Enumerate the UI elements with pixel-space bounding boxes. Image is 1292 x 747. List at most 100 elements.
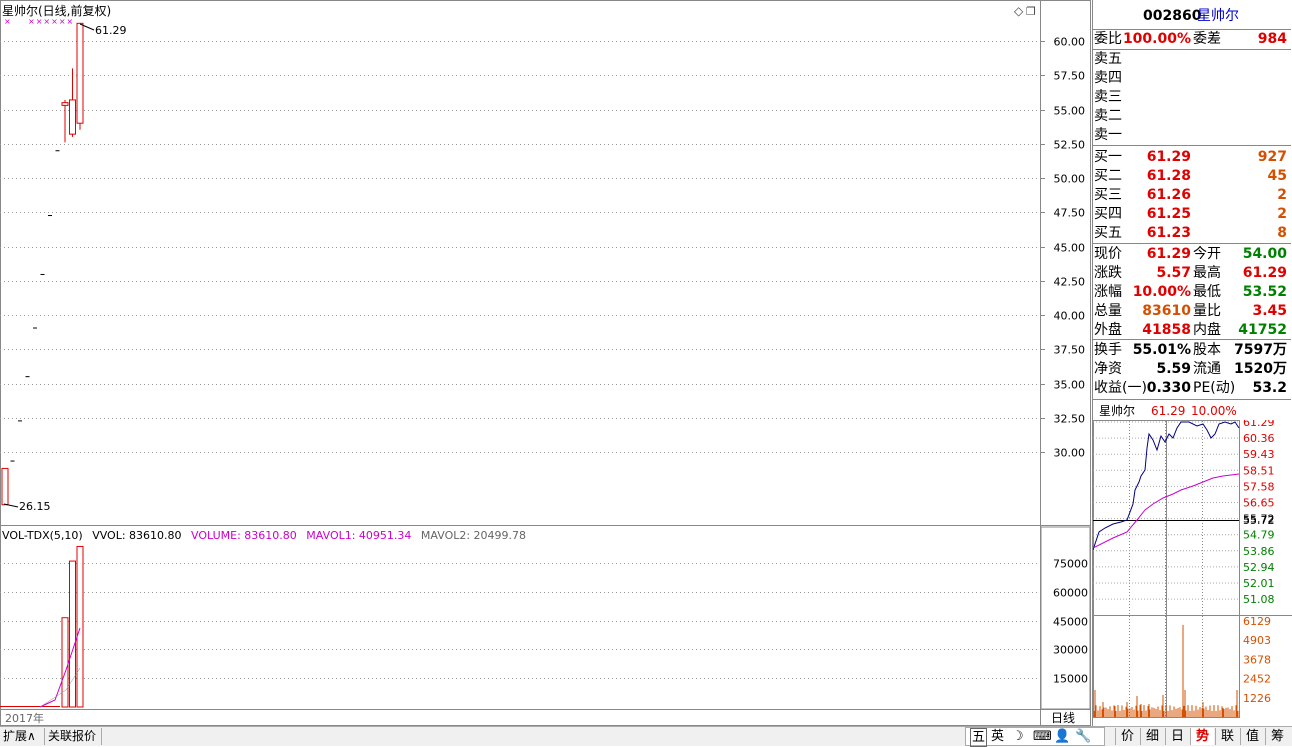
intraday-volume-label: 3678 — [1243, 653, 1271, 666]
marker-x-icon: × — [4, 17, 11, 26]
stat-row: 现价 61.29 今开 54.00 — [1093, 245, 1291, 264]
buy-row: 买一 61.29 927 — [1093, 148, 1291, 167]
ime-english-icon[interactable]: 英 — [991, 728, 1004, 745]
stat-label: 最高 — [1193, 265, 1221, 281]
stat-row: 涨跌 5.57 最高 61.29 — [1093, 264, 1291, 283]
intraday-price-label: 54.79 — [1243, 529, 1275, 542]
right-tab[interactable]: 细 — [1140, 728, 1164, 745]
fund-label: PE(动) — [1193, 380, 1236, 396]
kline-chart[interactable]: 60.00 57.50 55.00 52.50 50.00 47.50 45.00 42.50… — [0, 0, 1092, 746]
volume-bar — [76, 545, 84, 708]
intraday-price-label: 58.51 — [1243, 464, 1275, 477]
mini-chart-title: 星帅尔 61.29 10.00% — [1099, 404, 1237, 418]
tab-related-quotes[interactable]: 关联报价 — [45, 728, 102, 745]
buy-label: 买三 — [1094, 187, 1122, 203]
candle-body — [69, 99, 76, 135]
candle-body — [1, 467, 9, 506]
period-label[interactable]: 日线 — [1051, 711, 1075, 725]
intraday-chart[interactable]: 61.29 60.36 59.43 58.51 57.58 56.65 55.72 54.79… — [1093, 420, 1292, 726]
sell-label: 卖五 — [1094, 51, 1122, 67]
right-tab[interactable]: 价 — [1115, 728, 1139, 745]
chart-title: 星帅尔(日线,前复权) — [2, 3, 111, 18]
candle — [1, 467, 9, 506]
sell-row: 卖三 — [1093, 88, 1291, 107]
stat-label: 现价 — [1094, 246, 1122, 262]
price-axis-label: 42.50 — [1054, 276, 1086, 289]
stock-code: 002860 — [1143, 8, 1202, 24]
price-axis-label: 50.00 — [1054, 173, 1086, 186]
intraday-axis: 61.29 60.36 59.43 58.51 57.58 56.65 55.72 54.79… — [1243, 420, 1275, 705]
ime-wubi-icon[interactable]: 五 — [970, 728, 988, 747]
stat-value: 3.45 — [1252, 303, 1287, 319]
intraday-price-label: 52.01 — [1243, 577, 1275, 590]
intraday-preclose-label: 55.72 — [1243, 514, 1275, 527]
ime-toolbar: 五英 ☽ ⌨ 👤 🔧 — [965, 727, 1105, 747]
fund-label: 流通 — [1193, 361, 1221, 377]
weibi-value: 100.00% — [1122, 31, 1191, 47]
stat-label: 今开 — [1193, 246, 1221, 262]
right-tab[interactable]: 势 — [1190, 728, 1214, 745]
marker-x-row-icon: ×××××× — [28, 17, 74, 26]
weibi-row: 委比 100.00% 委差 984 — [1094, 31, 1287, 47]
volume-bar — [61, 617, 69, 708]
stat-label: 最低 — [1193, 284, 1221, 300]
right-tab[interactable]: 值 — [1240, 728, 1264, 745]
buy-volume: 8 — [1277, 225, 1287, 241]
buy-row: 买三 61.26 2 — [1093, 186, 1291, 205]
fund-value: 7597万 — [1234, 342, 1287, 358]
sell-label: 卖二 — [1094, 108, 1122, 124]
price-axis-label: 52.50 — [1054, 139, 1086, 152]
stat-value: 54.00 — [1242, 246, 1287, 262]
fund-value: 53.2 — [1252, 380, 1287, 396]
fund-value: 1520万 — [1234, 361, 1287, 377]
intraday-volume-label: 2452 — [1243, 673, 1271, 686]
sell-label: 卖四 — [1094, 70, 1122, 86]
buy-volume: 2 — [1277, 206, 1287, 222]
ime-moon-icon[interactable]: ☽ — [1012, 728, 1024, 745]
stat-value: 53.52 — [1242, 284, 1287, 300]
buy-row: 买四 61.25 2 — [1093, 205, 1291, 224]
svg-text:VOL-TDX(5,10) VVOL: 83610.: VOL-TDX(5,10) VVOL: 83610.80 VOLUME: 836… — [2, 529, 526, 542]
volume-bar — [69, 560, 76, 708]
right-tab[interactable]: 联 — [1215, 728, 1239, 745]
year-label: 2017年 — [5, 711, 44, 725]
candle-body — [76, 22, 84, 124]
stat-label: 量比 — [1193, 303, 1221, 319]
stat-label: 涨幅 — [1094, 284, 1122, 300]
diamond-icon[interactable]: ◇ — [1014, 4, 1024, 18]
fund-row: 换手 55.01% 股本 7597万 — [1093, 341, 1291, 360]
stat-row: 涨幅 10.00% 最低 53.52 — [1093, 283, 1291, 302]
ime-settings-icon[interactable]: 🔧 — [1075, 728, 1091, 745]
stat-value: 41752 — [1238, 322, 1287, 338]
stat-label: 涨跌 — [1094, 265, 1122, 281]
intraday-volume-label: 4903 — [1243, 634, 1271, 647]
right-tab[interactable]: 筹 — [1265, 728, 1289, 745]
ime-user-icon[interactable]: 👤 — [1054, 728, 1070, 745]
stat-label: 内盘 — [1193, 322, 1221, 338]
price-axis: 60.00 57.50 55.00 52.50 50.00 47.50 45.00 42.50… — [1040, 36, 1085, 460]
stat-row: 总量 83610 量比 3.45 — [1093, 302, 1291, 321]
sell-row: 卖五 — [1093, 50, 1291, 69]
fund-label: 换手 — [1094, 342, 1122, 358]
restore-icon[interactable]: ❐ — [1026, 5, 1036, 18]
stat-value: 5.57 — [1156, 265, 1191, 281]
stat-row: 外盘 41858 内盘 41752 — [1093, 321, 1291, 340]
volume-bars — [0, 545, 84, 708]
intraday-price-label: 51.08 — [1243, 593, 1275, 606]
stock-header: 002860 星帅尔 — [1093, 7, 1291, 26]
bottom-toolbar: 扩展∧ 关联报价 五英 ☽ ⌨ 👤 🔧 价细日势联值筹 — [0, 726, 1292, 747]
stat-value: 10.00% — [1132, 284, 1191, 300]
quote-panel: 002860 星帅尔 委比 100.00% 委差 984 卖五 卖四 卖三 卖二 卖一 … — [1092, 0, 1292, 746]
tab-expand[interactable]: 扩展∧ — [0, 728, 45, 745]
intraday-price-label: 57.58 — [1243, 480, 1275, 493]
stat-value: 61.29 — [1146, 246, 1191, 262]
volume-axis-label: 15000 — [1053, 673, 1088, 686]
high-marker: 61.29 — [95, 24, 127, 37]
price-axis-label: 30.00 — [1054, 447, 1086, 460]
mavol2-value: MAVOL2: 20499.78 — [421, 529, 526, 542]
ime-keyboard-icon[interactable]: ⌨ — [1033, 728, 1052, 745]
chart-frame — [0, 0, 1091, 726]
intraday-price-label: 53.86 — [1243, 545, 1275, 558]
right-tab[interactable]: 日 — [1165, 728, 1189, 745]
intraday-price-label: 59.43 — [1243, 448, 1275, 461]
